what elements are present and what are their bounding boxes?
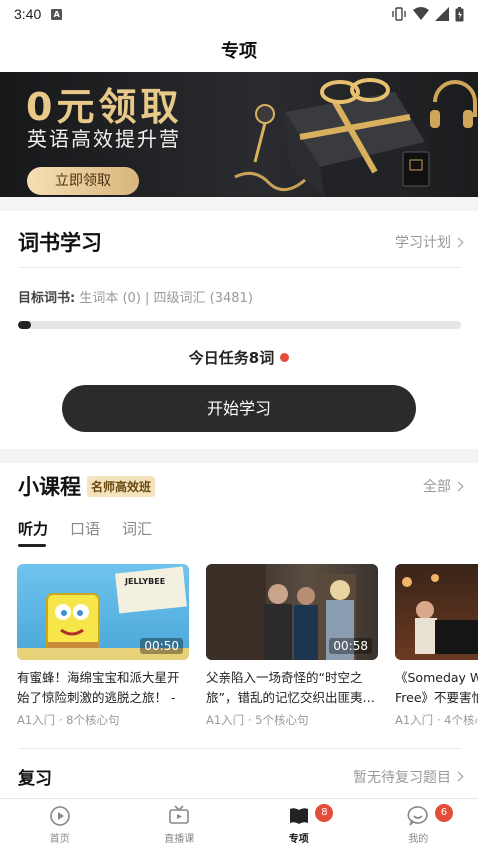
home-play-icon [49, 806, 70, 826]
tab-speaking[interactable]: 口语 [70, 518, 100, 547]
course-meta: A1入门 · 5个核心句 [206, 713, 309, 727]
section-spacer [0, 449, 478, 463]
review-header: 复习 暂无待复习题目 [18, 764, 464, 789]
bottom-nav: 首页 直播课 专项 8 我的 6 [0, 798, 478, 851]
nav-special-label: 专项 [288, 834, 309, 845]
status-bar: 3:40 A [0, 0, 478, 28]
nav-mine[interactable]: 我的 6 [359, 799, 478, 851]
nav-special-badge: 8 [315, 804, 334, 822]
target-book-row[interactable]: 目标词书: 生词本 (0) | 四级词汇 (3481) [18, 287, 253, 306]
gift-box-illustration [234, 78, 477, 197]
divider [18, 748, 462, 749]
battery-icon [455, 6, 464, 21]
red-dot-indicator [280, 353, 290, 362]
chevron-right-icon [453, 237, 464, 247]
chevron-right-icon [453, 481, 464, 491]
teacher-class-badge: 名师高效班 [87, 475, 156, 497]
course-title: 有蜜蜂！海绵宝宝和派大星开始了惊险刺激的逃脱之旅！ - … [17, 670, 180, 705]
word-book-section: 词书学习 学习计划 目标词书: 生词本 (0) | 四级词汇 (3481) 今日… [0, 211, 478, 449]
vibrate-icon [392, 7, 406, 21]
promo-banner[interactable]: 0元领取 英语高效提升营 立即领取 [0, 72, 478, 197]
video-duration: 00:50 [140, 638, 183, 654]
claim-now-button[interactable]: 立即领取 [27, 167, 139, 195]
video-duration: 00:58 [329, 638, 372, 654]
study-plan-link[interactable]: 学习计划 [395, 232, 464, 252]
mini-course-title: 小课程 [18, 475, 81, 499]
course-thumbnail [395, 564, 478, 660]
tv-icon [169, 805, 190, 824]
start-learning-button[interactable]: 开始学习 [62, 385, 416, 432]
page-title: 专项 [221, 41, 257, 62]
review-status: 暂无待复习题目 [353, 769, 451, 786]
course-title: 《Someday We'll All Be Free》不要害怕… [395, 670, 478, 705]
course-card-list: JELLYBEE 00:50 有蜜蜂！海绵宝宝和派大星开始了惊险刺激的逃脱之旅！… [17, 564, 478, 734]
course-meta: A1入门 · 4个核心句 [395, 713, 478, 727]
study-plan-label: 学习计划 [395, 235, 451, 251]
target-book-label: 目标词书: [18, 291, 76, 306]
all-courses-label: 全部 [423, 479, 451, 495]
mini-course-section: 小课程 名师高效班 全部 听力 口语 词汇 JELLYBEE 00:50 有蜜蜂… [0, 463, 478, 735]
target-book-list: 生词本 (0) | 四级词汇 (3481) [79, 291, 253, 306]
course-thumbnail: 00:58 [206, 564, 378, 660]
tab-listening[interactable]: 听力 [18, 518, 48, 547]
mini-course-header: 小课程 名师高效班 全部 [18, 471, 464, 501]
course-title: 父亲陷入一场奇怪的“时空之旅”，错乱的记忆交织出匪夷… [206, 670, 375, 705]
nav-home-label: 首页 [49, 834, 70, 845]
nav-mine-label: 我的 [408, 834, 429, 845]
chat-profile-icon [407, 806, 428, 826]
word-progress-bar [18, 321, 461, 329]
word-progress-fill [18, 321, 32, 329]
review-status-link[interactable]: 暂无待复习题目 [353, 767, 464, 787]
course-thumbnail: JELLYBEE 00:50 [17, 564, 189, 660]
signal-icon [435, 7, 449, 21]
chevron-right-icon [453, 771, 464, 782]
word-book-title: 词书学习 [18, 231, 102, 255]
status-icons [391, 6, 464, 22]
section-spacer [0, 197, 478, 211]
daily-task: 今日任务8词 [0, 347, 478, 368]
nav-live-label: 直播课 [164, 834, 195, 845]
nav-special[interactable]: 专项 8 [239, 799, 359, 851]
book-icon [289, 808, 308, 824]
notification-app-icon: A [51, 8, 63, 20]
nav-live[interactable]: 直播课 [120, 799, 240, 851]
course-card[interactable]: 《Someday We'll All Be Free》不要害怕… A1入门 · … [395, 564, 478, 728]
course-tabs: 听力 口语 词汇 [18, 518, 152, 547]
thumb-sign-text: JELLYBEE [124, 577, 165, 586]
status-time: 3:40 [14, 6, 42, 22]
divider [18, 267, 462, 268]
daily-task-text: 今日任务8词 [188, 349, 275, 367]
review-section[interactable]: 复习 暂无待复习题目 [0, 752, 478, 798]
nav-mine-badge: 6 [434, 804, 453, 822]
course-meta: A1入门 · 8个核心句 [17, 713, 120, 727]
word-book-header: 词书学习 学习计划 [18, 227, 464, 257]
review-title: 复习 [18, 769, 52, 789]
course-card[interactable]: 00:58 父亲陷入一场奇怪的“时空之旅”，错乱的记忆交织出匪夷… A1入门 ·… [206, 564, 378, 728]
tab-vocabulary[interactable]: 词汇 [122, 518, 152, 547]
nav-home[interactable]: 首页 [0, 799, 120, 851]
wifi-icon [413, 7, 429, 20]
piano-scene-thumbnail-art [402, 574, 478, 654]
course-card[interactable]: JELLYBEE 00:50 有蜜蜂！海绵宝宝和派大星开始了惊险刺激的逃脱之旅！… [17, 564, 189, 728]
all-courses-link[interactable]: 全部 [423, 476, 464, 496]
banner-subtitle: 英语高效提升营 [27, 127, 181, 151]
top-nav: 专项 [0, 28, 478, 72]
